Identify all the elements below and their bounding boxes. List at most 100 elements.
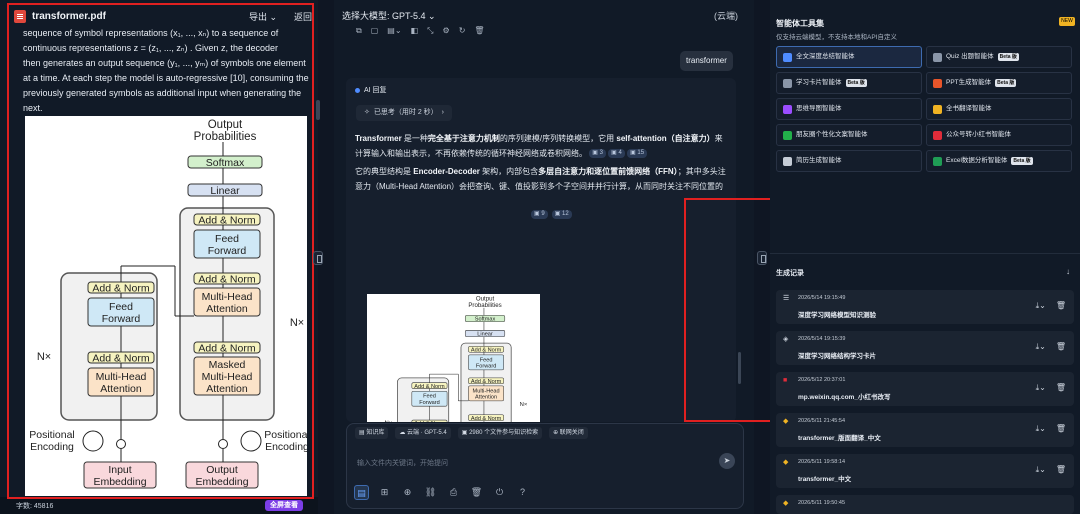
tool-moments-copy[interactable]: 朋友圈个性化文案智能体: [776, 124, 922, 146]
decoder-pe-circle: [240, 430, 262, 452]
trash-icon[interactable]: 🗑: [1056, 465, 1066, 475]
download-icon[interactable]: ⤓⌄: [1036, 424, 1046, 434]
tool-full-summary[interactable]: 全文深度总结智能体: [776, 46, 922, 68]
history-date: 2026/5/12 20:37:01: [798, 377, 846, 383]
tool-resume[interactable]: 简历生成智能体: [776, 150, 922, 172]
file-count-chip[interactable]: ▣ 2980 个文件参与知识检索: [457, 427, 543, 439]
context-chips: ▤ 知识库 ☁ 云端 · GPT-5.4 ▣ 2980 个文件参与知识检索 ⊕ …: [355, 427, 588, 439]
doc-menu-icon[interactable]: ▤⌄: [387, 26, 401, 36]
linear-label: Linear: [477, 332, 493, 338]
trash-icon[interactable]: 🗑: [474, 26, 484, 36]
history-item[interactable]: ◆ 2026/5/11 19:50:45: [776, 495, 1074, 514]
decoder-nx-label: N×: [290, 317, 304, 329]
tool-mindmap[interactable]: 思维导图智能体: [776, 98, 922, 120]
trash-icon[interactable]: 🗑: [1056, 342, 1066, 352]
decoder-addnorm-mid-label: Add & Norm: [471, 379, 502, 385]
history-date: 2026/5/14 19:15:39: [798, 336, 846, 342]
download-icon[interactable]: ⤓⌄: [1036, 342, 1046, 352]
collapse-right-handle[interactable]: [757, 251, 767, 265]
wechat-icon: [783, 130, 792, 140]
settings-icon[interactable]: ⚙: [443, 26, 450, 36]
answer-text: 的序列建模/序列转换模型，它用: [499, 134, 617, 143]
encoder-addnorm-bottom-label: Add & Norm: [414, 421, 445, 422]
user-message: transformer: [680, 51, 733, 71]
trash-icon[interactable]: 🗑: [1056, 383, 1066, 393]
history-collapse-icon[interactable]: ↓: [1066, 267, 1070, 276]
app-window: transformer.pdf 导出 ⌄ 返回 sequence of symb…: [0, 0, 1080, 514]
download-icon[interactable]: ⤓⌄: [1036, 465, 1046, 475]
copy-icon[interactable]: ⧉: [356, 26, 362, 36]
thought-label: 已思考（用时 2 秒）: [373, 109, 438, 116]
grid-icon[interactable]: ⊞: [377, 485, 392, 500]
citation-chip[interactable]: ▣ 3: [589, 149, 606, 159]
trash-icon[interactable]: 🗑: [1056, 424, 1066, 434]
pdf-page-figure: Output Probabilities Softmax Linear Add & No…: [25, 116, 310, 496]
knowledge-base-icon[interactable]: ▤: [354, 485, 369, 500]
citation-chip[interactable]: ▣ 12: [551, 210, 572, 219]
trash-icon[interactable]: 🗑: [469, 485, 484, 500]
history-item[interactable]: ◆ 2026/5/11 19:58:14 transformer_中文 ⤓⌄ 🗑: [776, 454, 1074, 488]
power-icon[interactable]: ⏻: [492, 485, 507, 500]
panel-icon[interactable]: ◧: [411, 26, 419, 36]
history-date: 2026/5/11 21:45:54: [798, 418, 845, 424]
download-icon[interactable]: ⤓⌄: [1036, 383, 1046, 393]
history-actions: ⤓⌄ 🗑: [1036, 342, 1066, 352]
tool-label: 思维导图智能体: [796, 105, 842, 112]
collapse-left-handle[interactable]: [313, 251, 323, 265]
fullscreen-button[interactable]: 全屏查看: [265, 500, 303, 511]
chat-input[interactable]: 输入文件内关键词，开始提问: [357, 458, 448, 468]
resume-icon: [783, 156, 792, 166]
download-icon[interactable]: ⤓⌄: [1036, 301, 1046, 311]
history-item[interactable]: ☰ 2026/5/14 19:15:49 深度学习网络模型知识测验 ⤓⌄ 🗑: [776, 290, 1074, 324]
help-icon[interactable]: ?: [515, 485, 530, 500]
trash-icon[interactable]: 🗑: [1056, 301, 1066, 311]
back-button[interactable]: 返回: [294, 10, 312, 23]
tool-ppt[interactable]: PPT生成智能体 Beta 版: [926, 72, 1072, 94]
encoder-nx-label: N×: [384, 420, 392, 422]
tool-label: Excel数据分析智能体: [946, 157, 1008, 164]
tool-label: 学习卡片智能体: [796, 79, 842, 86]
knowledge-base-chip[interactable]: ▤ 知识库: [355, 427, 389, 439]
export-button[interactable]: 导出 ⌄: [249, 10, 277, 23]
refresh-icon[interactable]: ↻: [459, 26, 466, 36]
encoder-add-node: [116, 439, 126, 449]
xiaohongshu-icon: [933, 130, 942, 140]
model-chip[interactable]: ☁ 云端 · GPT-5.4: [395, 427, 451, 439]
tool-study-cards[interactable]: 学习卡片智能体 Beta 版: [776, 72, 922, 94]
citation-number: 3: [599, 150, 603, 157]
tool-xiaohongshu[interactable]: 公众号转小红书智能体: [926, 124, 1072, 146]
history-title: 生成记录: [776, 270, 804, 277]
expand-icon[interactable]: ⤡: [427, 26, 433, 36]
tool-book-translate[interactable]: 全书翻译智能体: [926, 98, 1072, 120]
history-item[interactable]: ◈ 2026/5/14 19:15:39 深度学习网络结构学习卡片 ⤓⌄ 🗑: [776, 331, 1074, 365]
answer-figure-thumbnail[interactable]: Output Probabilities Softmax Linear Add & No…: [367, 294, 540, 422]
citation-number: 15: [637, 150, 645, 157]
chat-scrollbar[interactable]: [738, 352, 741, 384]
tool-label: Quiz 出题智能体: [946, 53, 994, 60]
decoder-pe-label: Positional Encoding: [264, 429, 307, 453]
send-button[interactable]: ➤: [719, 453, 735, 469]
tool-excel[interactable]: Excel数据分析智能体 Beta 版: [926, 150, 1072, 172]
web-toggle-chip[interactable]: ⊕ 联网关闭: [549, 427, 588, 439]
citation-chip[interactable]: ▣ 4: [608, 149, 625, 159]
quiz-icon: [933, 52, 942, 62]
history-actions: ⤓⌄ 🗑: [1036, 424, 1066, 434]
history-item[interactable]: ■ 2026/5/12 20:37:01 mp.weixin.qq.com_小红…: [776, 372, 1074, 406]
citation-chip[interactable]: ▣ 9: [531, 210, 548, 219]
globe-icon[interactable]: ⊕: [400, 485, 415, 500]
thought-toggle[interactable]: ✧ 已思考（用时 2 秒） ›: [356, 105, 453, 121]
xiaohongshu-icon: ■: [783, 377, 788, 384]
tool-quiz[interactable]: Quiz 出题智能体 Beta 版: [926, 46, 1072, 68]
pdf-scrollbar[interactable]: [316, 100, 320, 120]
softmax-label: Softmax: [206, 157, 245, 169]
citation-chip[interactable]: ▣ 15: [627, 149, 648, 159]
file-icon[interactable]: ⎙: [446, 485, 461, 500]
pdf-paragraph: sequence of symbol representations (x₁, …: [23, 26, 313, 116]
tool-label: PPT生成智能体: [946, 79, 992, 86]
answer-text: Encoder-Decoder: [413, 167, 480, 176]
link-icon[interactable]: ⛓: [423, 485, 438, 500]
history-name: 深度学习网络结构学习卡片: [798, 353, 876, 360]
history-item[interactable]: ◆ 2026/5/11 21:45:54 transformer_版面翻译_中文…: [776, 413, 1074, 447]
stop-icon[interactable]: ▢: [371, 26, 379, 36]
model-selector[interactable]: 选择大模型: GPT-5.4 ⌄: [342, 9, 436, 22]
